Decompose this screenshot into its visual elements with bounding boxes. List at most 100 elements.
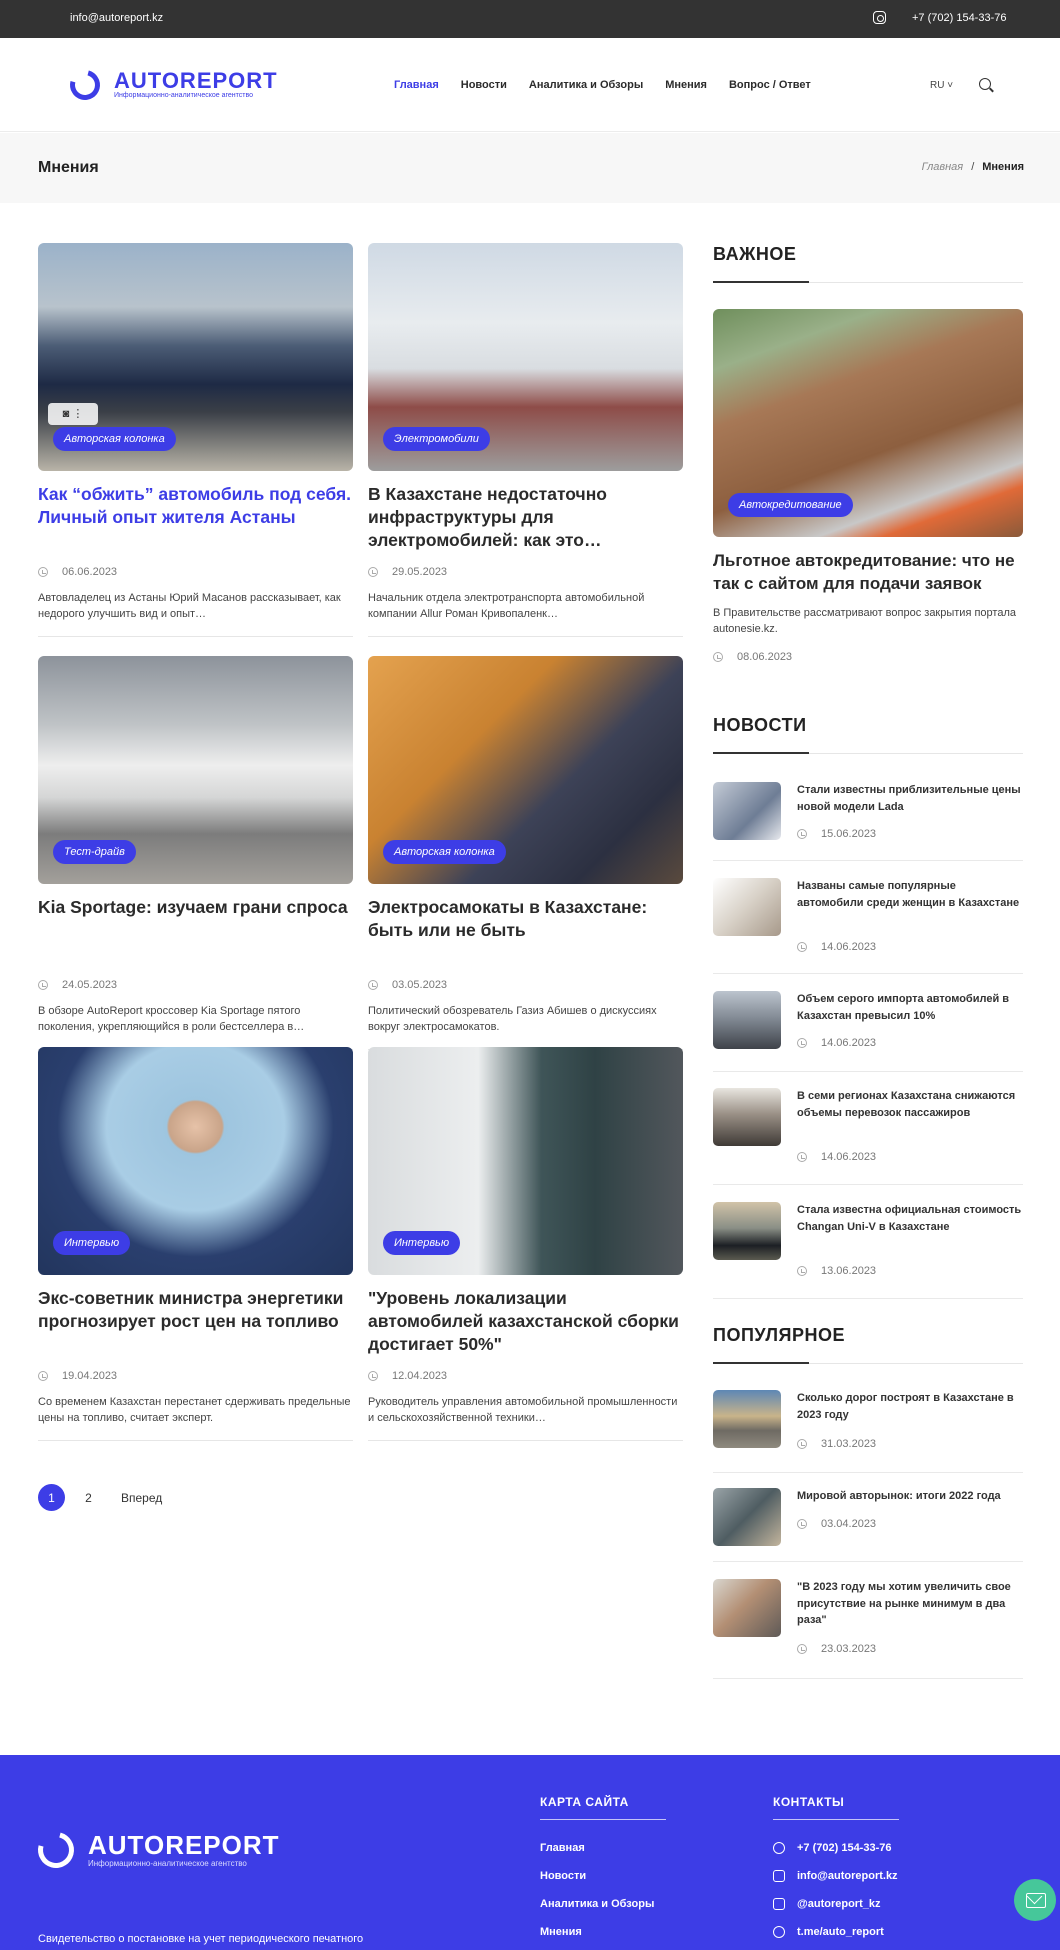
footer-logo[interactable]: AUTOREPORT Информационно-аналитическое а…	[31, 1825, 298, 1875]
news-date: 13.06.2023	[821, 1265, 877, 1277]
language-selector[interactable]: RU ˅	[930, 80, 953, 91]
news-title[interactable]: Стала известна официальная стоимость Cha…	[797, 1202, 1023, 1235]
site-logo[interactable]: AUTOREPORT Информационно-аналитическое а…	[64, 64, 280, 106]
featured-tag[interactable]: Автокредитование	[728, 493, 853, 517]
popular-date: 03.04.2023	[821, 1518, 877, 1530]
footer-logo-wordmark: AUTOREPORT	[88, 1830, 280, 1860]
site-header: AUTOREPORT Информационно-аналитическое а…	[0, 38, 1060, 132]
article-image[interactable]: Авторская колонка	[368, 656, 683, 884]
popular-item[interactable]: "В 2023 году мы хотим увеличить свое при…	[713, 1579, 1023, 1679]
featured-article[interactable]: Автокредитование Льготное автокредитован…	[713, 309, 1023, 663]
footer-instagram[interactable]: @autoreport_kz	[773, 1896, 899, 1911]
popular-thumb[interactable]	[713, 1579, 781, 1637]
nav-opinions[interactable]: Мнения	[665, 79, 707, 91]
article-card[interactable]: Интервью Экс-советник министра энергетик…	[38, 1047, 353, 1441]
popular-title[interactable]: Мировой авторынок: итоги 2022 года	[797, 1488, 1023, 1505]
news-thumb[interactable]	[713, 991, 781, 1049]
news-item[interactable]: Объем серого импорта автомобилей в Казах…	[713, 991, 1023, 1072]
popular-title[interactable]: Сколько дорог построят в Казахстане в 20…	[797, 1390, 1023, 1423]
breadcrumb-home[interactable]: Главная	[922, 161, 964, 173]
news-item[interactable]: Стали известны приблизительные цены ново…	[713, 782, 1023, 862]
article-title[interactable]: Kia Sportage: изучаем грани спроса	[38, 896, 353, 965]
next-page-button[interactable]: Вперед	[112, 1484, 171, 1511]
news-item[interactable]: Стала известна официальная стоимость Cha…	[713, 1202, 1023, 1299]
article-image[interactable]: Тест-драйв	[38, 656, 353, 884]
clock-icon	[368, 980, 378, 990]
popular-date-row: 31.03.2023	[797, 1438, 876, 1450]
article-title[interactable]: Экс-советник министра энергетики прогноз…	[38, 1287, 353, 1356]
news-item[interactable]: В семи регионах Казахстана снижаются объ…	[713, 1088, 1023, 1185]
top-bar: info@autoreport.kz +7 (702) 154-33-76	[0, 0, 1060, 38]
article-date-row: 24.05.2023	[38, 979, 353, 991]
popular-title[interactable]: "В 2023 году мы хотим увеличить свое при…	[797, 1579, 1023, 1629]
news-date: 14.06.2023	[821, 1151, 877, 1163]
footer-logo-subtitle: Информационно-аналитическое агентство	[88, 1859, 247, 1868]
article-card[interactable]: Авторская колонка Электросамокаты в Каза…	[368, 656, 683, 1050]
news-title[interactable]: В семи регионах Казахстана снижаются объ…	[797, 1088, 1023, 1121]
page-1-button[interactable]: 1	[38, 1484, 65, 1511]
news-thumb[interactable]	[713, 878, 781, 936]
footer-telegram[interactable]: t.me/auto_report	[773, 1924, 899, 1939]
article-date: 24.05.2023	[62, 979, 118, 991]
sitemap-heading: КАРТА САЙТА	[540, 1795, 629, 1809]
divider	[713, 1184, 1023, 1185]
article-image[interactable]: Интервью	[38, 1047, 353, 1275]
clock-icon	[38, 567, 48, 577]
article-title[interactable]: "Уровень локализации автомобилей казахст…	[368, 1287, 683, 1356]
popular-thumb[interactable]	[713, 1488, 781, 1546]
article-image[interactable]: ◙ ⋮ Авторская колонка	[38, 243, 353, 471]
topbar-email[interactable]: info@autoreport.kz	[70, 12, 163, 24]
article-title[interactable]: В Казахстане недостаточно инфраструктуры…	[368, 483, 683, 552]
news-title[interactable]: Названы самые популярные автомобили сред…	[797, 878, 1023, 911]
breadcrumb-separator: /	[971, 161, 975, 173]
news-date: 14.06.2023	[821, 941, 877, 953]
popular-thumb[interactable]	[713, 1390, 781, 1448]
news-title[interactable]: Стали известны приблизительные цены ново…	[797, 782, 1023, 815]
news-thumb[interactable]	[713, 1202, 781, 1260]
contact-mail-button[interactable]	[1014, 1879, 1056, 1921]
article-tag[interactable]: Интервью	[383, 1231, 461, 1255]
footer-link-opinions[interactable]: Мнения	[540, 1924, 666, 1939]
article-tag[interactable]: Тест-драйв	[53, 840, 136, 864]
important-heading: ВАЖНОЕ	[713, 244, 1023, 283]
article-date: 12.04.2023	[392, 1370, 448, 1382]
article-tag[interactable]: Авторская колонка	[53, 427, 176, 451]
article-tag[interactable]: Интервью	[53, 1231, 131, 1255]
news-date-row: 14.06.2023	[797, 1151, 876, 1163]
news-item[interactable]: Названы самые популярные автомобили сред…	[713, 878, 1023, 974]
nav-analytics[interactable]: Аналитика и Обзоры	[529, 79, 643, 91]
featured-image[interactable]: Автокредитование	[713, 309, 1023, 537]
article-card[interactable]: Электромобили В Казахстане недостаточно …	[368, 243, 683, 637]
footer-link-analytics[interactable]: Аналитика и Обзоры	[540, 1896, 666, 1911]
phone-icon	[773, 1841, 785, 1854]
footer-phone[interactable]: +7 (702) 154-33-76	[773, 1840, 899, 1855]
article-title[interactable]: Как “обжить” автомобиль под себя. Личный…	[38, 483, 353, 552]
footer-link-news[interactable]: Новости	[540, 1868, 666, 1883]
footer-instagram-text: @autoreport_kz	[797, 1897, 881, 1910]
nav-news[interactable]: Новости	[461, 79, 507, 91]
heading-underline	[713, 1362, 1023, 1364]
footer-email[interactable]: info@autoreport.kz	[773, 1868, 899, 1883]
article-image[interactable]: Электромобили	[368, 243, 683, 471]
popular-item[interactable]: Мировой авторынок: итоги 2022 года 03.04…	[713, 1488, 1023, 1568]
popular-item[interactable]: Сколько дорог построят в Казахстане в 20…	[713, 1390, 1023, 1473]
search-icon[interactable]	[979, 78, 991, 90]
nav-faq[interactable]: Вопрос / Ответ	[729, 79, 811, 91]
article-tag[interactable]: Электромобили	[383, 427, 490, 451]
instagram-icon[interactable]	[873, 11, 886, 24]
nav-home[interactable]: Главная	[394, 79, 439, 91]
news-title[interactable]: Объем серого импорта автомобилей в Казах…	[797, 991, 1023, 1024]
featured-title[interactable]: Льготное автокредитование: что не так с …	[713, 549, 1023, 595]
article-image[interactable]: Интервью	[368, 1047, 683, 1275]
article-title[interactable]: Электросамокаты в Казахстане: быть или н…	[368, 896, 683, 965]
footer-link-home[interactable]: Главная	[540, 1840, 666, 1855]
article-card[interactable]: Тест-драйв Kia Sportage: изучаем грани с…	[38, 656, 353, 1050]
news-thumb[interactable]	[713, 1088, 781, 1146]
article-card[interactable]: ◙ ⋮ Авторская колонка Как “обжить” автом…	[38, 243, 353, 637]
page-2-button[interactable]: 2	[75, 1484, 102, 1511]
news-thumb[interactable]	[713, 782, 781, 840]
article-tag[interactable]: Авторская колонка	[383, 840, 506, 864]
article-card[interactable]: Интервью "Уровень локализации автомобиле…	[368, 1047, 683, 1441]
news-heading-text: НОВОСТИ	[713, 715, 807, 735]
topbar-phone[interactable]: +7 (702) 154-33-76	[912, 12, 1006, 24]
